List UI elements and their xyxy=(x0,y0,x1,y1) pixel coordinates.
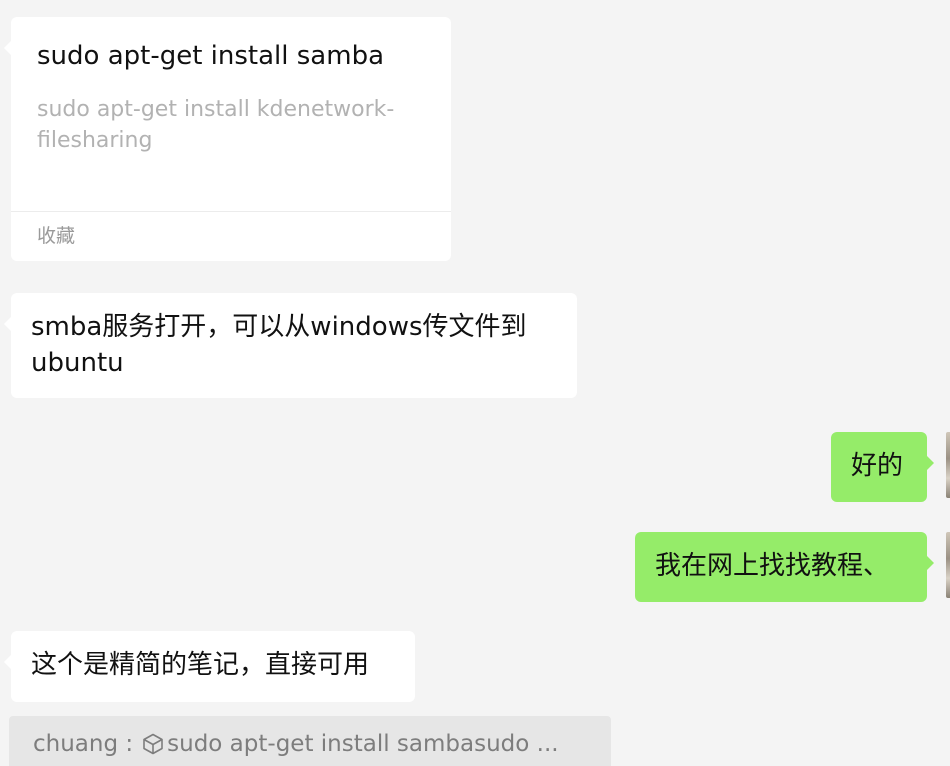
incoming-message[interactable]: smba服务打开，可以从windows传文件到ubuntu xyxy=(4,293,577,398)
cube-icon xyxy=(141,732,165,756)
outgoing-message[interactable]: 我在网上找找教程、 xyxy=(635,532,934,602)
card-divider xyxy=(11,211,451,212)
message-text: 我在网上找找教程、 xyxy=(655,551,890,581)
quoted-reply[interactable]: chuang : sudo apt-get install sambasudo … xyxy=(9,716,611,766)
outgoing-message[interactable]: 好的 xyxy=(831,432,934,502)
message-text: 这个是精简的笔记，直接可用 xyxy=(31,650,370,680)
card-description: sudo apt-get install kdenetwork-fileshar… xyxy=(37,97,395,153)
avatar[interactable] xyxy=(946,532,950,598)
incoming-message[interactable]: 这个是精简的笔记，直接可用 xyxy=(4,631,415,702)
favorite-card-message[interactable]: sudo apt-get install samba sudo apt-get … xyxy=(4,17,451,261)
card-source-label: 收藏 xyxy=(37,225,76,247)
message-text: 好的 xyxy=(851,451,904,481)
quote-sender: chuang : xyxy=(33,731,134,757)
chat-window: sudo apt-get install samba sudo apt-get … xyxy=(0,0,950,766)
card-title: sudo apt-get install samba xyxy=(37,41,385,71)
message-text: smba服务打开，可以从windows传文件到ubuntu xyxy=(31,312,527,378)
quote-text: sudo apt-get install sambasudo ... xyxy=(167,731,559,757)
avatar[interactable] xyxy=(946,432,950,498)
